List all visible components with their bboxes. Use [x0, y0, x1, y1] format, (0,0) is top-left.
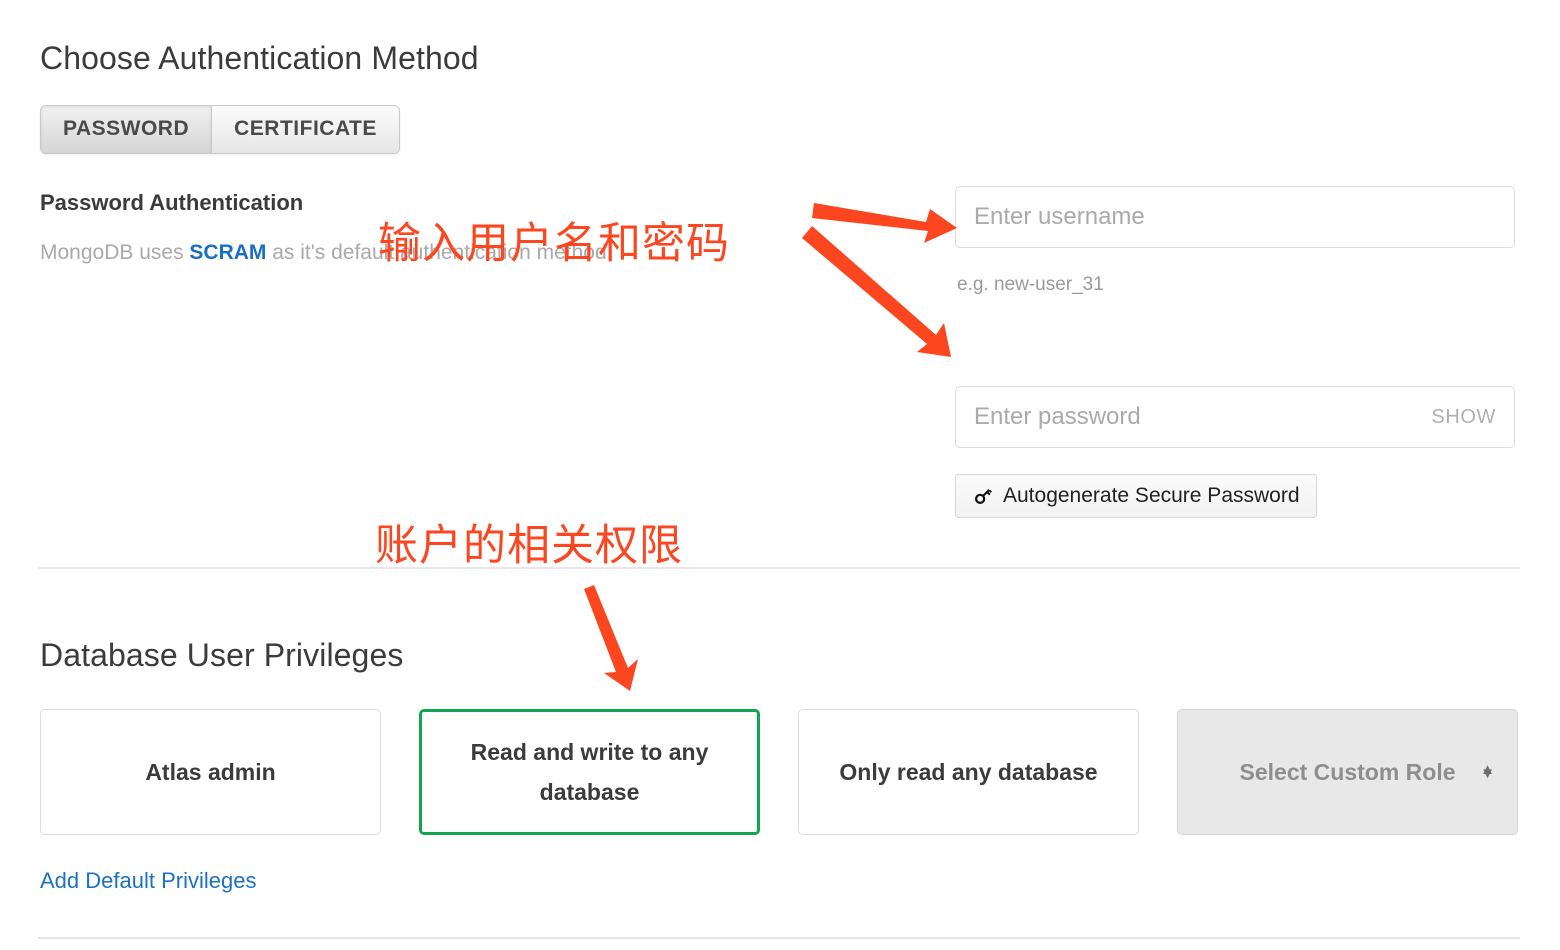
page-title-database-user-privileges: Database User Privileges: [40, 637, 404, 673]
privilege-card-label: Select Custom Role: [1239, 759, 1456, 785]
annotation-text-enter-username-and-password: 输入用户名和密码: [378, 219, 730, 269]
username-hint: e.g. new-user_31: [957, 274, 1104, 295]
privilege-card-atlas-admin[interactable]: Atlas admin: [40, 709, 381, 835]
privilege-card-select-custom-role[interactable]: Select Custom Role ▲ ▼: [1177, 709, 1518, 835]
authentication-method-tabs: PASSWORD CERTIFICATE: [40, 105, 400, 154]
section-divider-top: [38, 567, 1520, 569]
scram-link[interactable]: SCRAM: [189, 241, 266, 264]
autogenerate-secure-password-button[interactable]: Autogenerate Secure Password: [955, 474, 1317, 518]
add-default-privileges-link[interactable]: Add Default Privileges: [40, 868, 256, 894]
tab-certificate[interactable]: CERTIFICATE: [211, 106, 399, 153]
password-input[interactable]: Enter password: [974, 403, 1431, 431]
section-divider-bottom: [38, 937, 1520, 939]
tab-password[interactable]: PASSWORD: [41, 106, 212, 153]
key-icon: [972, 485, 994, 507]
annotation-arrow-to-username: [812, 203, 957, 243]
annotation-arrow-to-privileges: [584, 585, 638, 691]
show-password-toggle[interactable]: SHOW: [1431, 406, 1496, 429]
chevron-up-down-icon[interactable]: ▲ ▼: [1480, 762, 1495, 781]
description-prefix: MongoDB uses: [40, 241, 190, 264]
privilege-card-list: Atlas admin Read and write to any databa…: [40, 709, 1518, 835]
annotation-arrow-to-password: [802, 226, 951, 357]
annotation-text-account-privileges: 账户的相关权限: [375, 521, 683, 571]
privilege-card-label: Atlas admin: [145, 759, 276, 785]
page-title-choose-authentication-method: Choose Authentication Method: [40, 40, 479, 76]
privilege-card-label: Only read any database: [839, 759, 1098, 785]
username-input-wrapper[interactable]: Enter username: [955, 186, 1515, 248]
privilege-card-read-and-write-any-database[interactable]: Read and write to any database: [419, 709, 760, 835]
username-input[interactable]: Enter username: [974, 203, 1496, 231]
privilege-card-label: Read and write to any database: [470, 739, 709, 805]
password-authentication-heading: Password Authentication: [40, 190, 304, 215]
privilege-card-only-read-any-database[interactable]: Only read any database: [798, 709, 1139, 835]
autogenerate-label: Autogenerate Secure Password: [1003, 484, 1300, 507]
database-user-form: Choose Authentication Method PASSWORD CE…: [0, 0, 1560, 950]
password-input-wrapper[interactable]: Enter password SHOW: [955, 386, 1515, 448]
